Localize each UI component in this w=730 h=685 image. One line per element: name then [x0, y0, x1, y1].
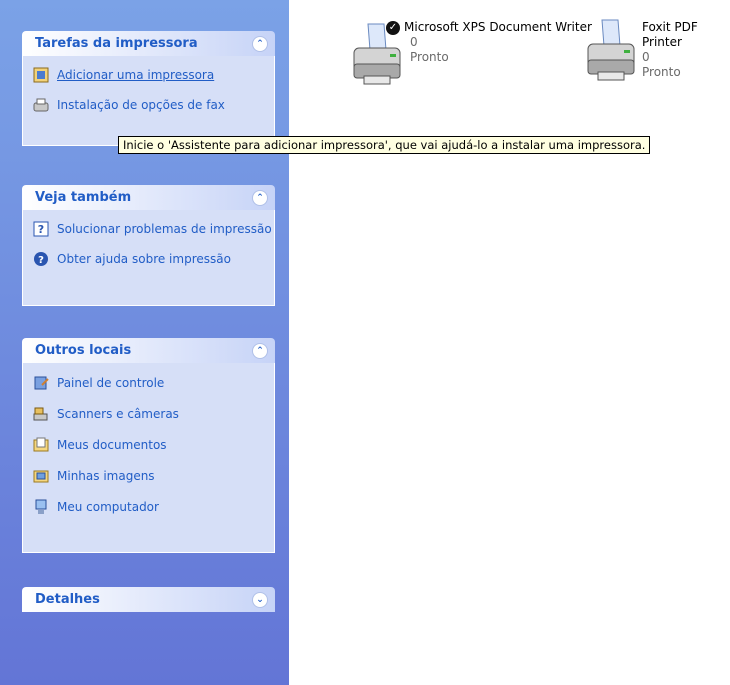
- group-header-printer-tasks[interactable]: Tarefas da impressora ⌃: [22, 31, 275, 56]
- group-title: Detalhes: [35, 592, 100, 607]
- printer-status: Pronto: [410, 50, 449, 64]
- printer-name: Microsoft XPS Document Writer: [404, 20, 592, 34]
- place-label: Scanners e câmeras: [57, 407, 179, 421]
- collapse-chevron-icon[interactable]: ⌃: [252, 189, 268, 206]
- printer-item-foxit[interactable]: Foxit PDF Printer 0 Pronto: [584, 16, 730, 86]
- group-printer-tasks: Tarefas da impressora ⌃ Adicionar uma im…: [22, 31, 275, 146]
- scanner-camera-icon: [33, 406, 49, 422]
- place-label: Meu computador: [57, 500, 159, 514]
- group-title: Tarefas da impressora: [35, 36, 198, 51]
- my-computer-icon: [33, 499, 49, 515]
- control-panel-icon: [33, 375, 49, 391]
- scanners-cameras-link[interactable]: Scanners e câmeras: [33, 403, 274, 425]
- printer-icon: [350, 20, 412, 90]
- task-label: Instalação de opções de fax: [57, 98, 225, 112]
- group-header-details[interactable]: Detalhes ⌄: [22, 587, 275, 612]
- my-documents-link[interactable]: Meus documentos: [33, 434, 274, 456]
- install-fax-link[interactable]: Instalação de opções de fax: [33, 94, 274, 116]
- group-details: Detalhes ⌄: [22, 587, 275, 612]
- place-label: Meus documentos: [57, 438, 167, 452]
- group-header-other-places[interactable]: Outros locais ⌃: [22, 338, 275, 363]
- place-label: Minhas imagens: [57, 469, 155, 483]
- svg-text:?: ?: [38, 223, 44, 236]
- tooltip: Inicie o 'Assistente para adicionar impr…: [118, 136, 651, 154]
- place-label: Painel de controle: [57, 376, 165, 390]
- expand-chevron-icon[interactable]: ⌄: [252, 591, 268, 608]
- group-header-see-also[interactable]: Veja também ⌃: [22, 185, 275, 210]
- printer-text: ✓ Microsoft XPS Document Writer 0 Pronto: [386, 20, 592, 90]
- my-computer-link[interactable]: Meu computador: [33, 496, 274, 518]
- printer-icon: [584, 16, 646, 86]
- group-title: Outros locais: [35, 343, 132, 358]
- troubleshoot-printing-link[interactable]: ? Solucionar problemas de impressão: [33, 218, 274, 240]
- printing-help-link[interactable]: ? Obter ajuda sobre impressão: [33, 248, 274, 270]
- help-circle-icon: ?: [33, 251, 49, 267]
- control-panel-link[interactable]: Painel de controle: [33, 372, 274, 394]
- add-printer-link[interactable]: Adicionar uma impressora: [33, 64, 274, 86]
- task-pane: Tarefas da impressora ⌃ Adicionar uma im…: [0, 0, 289, 685]
- help-question-icon: ?: [33, 221, 49, 237]
- group-other-places: Outros locais ⌃ Painel de controle Scann…: [22, 338, 275, 553]
- collapse-chevron-icon[interactable]: ⌃: [252, 35, 268, 52]
- printer-status: Pronto: [642, 65, 681, 79]
- group-title: Veja também: [35, 190, 132, 205]
- my-pictures-link[interactable]: Minhas imagens: [33, 465, 274, 487]
- printer-name: Foxit PDF Printer: [642, 20, 698, 49]
- group-body: ? Solucionar problemas de impressão ? Ob…: [22, 210, 275, 306]
- fax-icon: [33, 97, 49, 113]
- printer-docs: 0: [410, 35, 418, 49]
- task-label: Adicionar uma impressora: [57, 68, 215, 82]
- printer-text: Foxit PDF Printer 0 Pronto: [642, 20, 730, 86]
- printer-item-xps[interactable]: ✓ Microsoft XPS Document Writer 0 Pronto: [350, 20, 592, 90]
- group-body: Adicionar uma impressora Instalação de o…: [22, 56, 275, 146]
- my-documents-icon: [33, 437, 49, 453]
- group-body: Painel de controle Scanners e câmeras Me…: [22, 363, 275, 553]
- printer-docs: 0: [642, 50, 650, 64]
- svg-text:?: ?: [38, 255, 44, 266]
- task-label: Obter ajuda sobre impressão: [57, 252, 231, 266]
- add-printer-icon: [33, 67, 49, 83]
- task-label: Solucionar problemas de impressão: [57, 222, 272, 236]
- my-pictures-icon: [33, 468, 49, 484]
- collapse-chevron-icon[interactable]: ⌃: [252, 342, 268, 359]
- group-see-also: Veja também ⌃ ? Solucionar problemas de …: [22, 185, 275, 306]
